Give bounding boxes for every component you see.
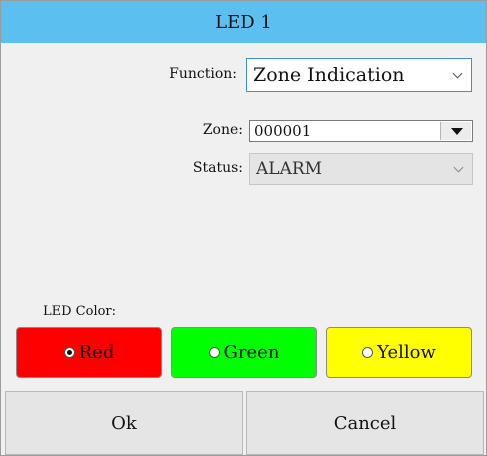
red-option-label: Red	[78, 342, 115, 363]
dialog-title: LED 1	[1, 1, 486, 43]
led-color-green-option[interactable]: Green	[171, 327, 317, 378]
zone-dropdown-button[interactable]	[440, 122, 471, 140]
chevron-down-icon	[453, 162, 464, 173]
led-dialog: LED 1 Function: Zone Indication Zone: 00…	[0, 0, 487, 456]
radio-selected-icon	[63, 347, 75, 358]
led-color-yellow-option[interactable]: Yellow	[326, 327, 472, 378]
green-option-label: Green	[223, 342, 280, 363]
ok-button[interactable]: Ok	[5, 391, 243, 455]
yellow-option-label: Yellow	[377, 342, 436, 363]
status-label: Status:	[192, 160, 243, 176]
function-value: Zone Indication	[253, 64, 405, 86]
status-value: ALARM	[256, 159, 323, 179]
status-select: ALARM	[249, 153, 473, 185]
chevron-down-icon	[452, 68, 463, 79]
cancel-button[interactable]: Cancel	[246, 391, 484, 455]
function-select[interactable]: Zone Indication	[246, 58, 472, 92]
zone-label: Zone:	[202, 122, 243, 138]
zone-value: 000001	[254, 122, 312, 140]
led-color-red-option[interactable]: Red	[16, 327, 162, 378]
triangle-down-icon	[451, 128, 463, 135]
radio-unselected-icon	[362, 347, 374, 358]
function-label: Function:	[169, 66, 237, 82]
radio-unselected-icon	[208, 347, 220, 358]
zone-select[interactable]: 000001	[249, 120, 473, 142]
led-color-label: LED Color:	[43, 304, 117, 319]
